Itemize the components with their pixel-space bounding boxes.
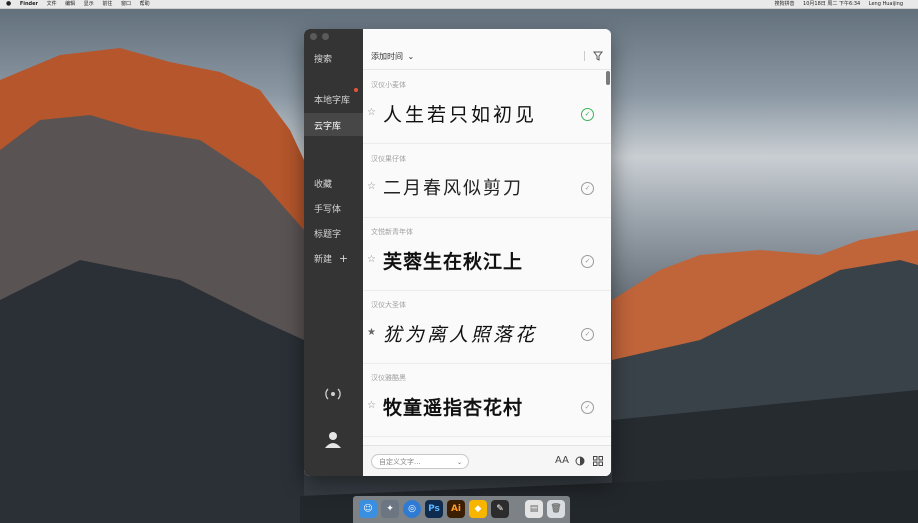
clock[interactable]: 10月18日 周二 下午6:34 [803, 1, 860, 7]
font-sample: 人生若只如初见 [383, 104, 538, 126]
apple-icon[interactable]: ● [6, 0, 11, 7]
list-item[interactable]: 文悦新青年体 ☆ 芙蓉生在秋江上 ✓ [363, 217, 611, 291]
download-check-icon[interactable]: ✓ [581, 182, 594, 195]
star-icon[interactable]: ☆ [367, 254, 376, 265]
menu-help[interactable]: 帮助 [140, 1, 150, 7]
sidebar-item-title-font[interactable]: 标题字 [314, 227, 341, 240]
font-sample: 芙蓉生在秋江上 [383, 251, 524, 273]
close-button[interactable] [310, 33, 317, 40]
list-item[interactable]: 汉仪果仔体 ☆ 二月春风似剪刀 ✓ [363, 144, 611, 218]
bottom-bar: 自定义文字... ⌄ AA [363, 445, 611, 476]
font-sample: 二月春风似剪刀 [383, 178, 523, 199]
menu-view[interactable]: 显示 [84, 1, 94, 7]
sidebar-item-favorites[interactable]: 收藏 [314, 177, 332, 190]
font-list-panel: 添加时间 ⌄ 汉仪小麦体 ☆ 人生若只如初见 ✓ 汉仪果仔体 ☆ 二月春风似剪刀… [363, 29, 611, 476]
sidebar-item-handwriting[interactable]: 手写体 [314, 202, 341, 215]
menu-edit[interactable]: 编辑 [65, 1, 75, 7]
sidebar-search[interactable]: 搜索 [314, 52, 332, 65]
font-sample: 犹为离人照落花 [383, 324, 538, 346]
dock: ☺ ✦ ◎ Ps Ai ◆ ✎ ▤ 🗑 [353, 496, 570, 523]
sort-label: 添加时间 [371, 52, 403, 61]
download-check-icon[interactable]: ✓ [581, 401, 594, 414]
chevron-down-icon: ⌄ [407, 52, 415, 61]
chevron-down-icon: ⌄ [456, 459, 462, 466]
safari-icon[interactable]: ◎ [403, 500, 421, 518]
launchpad-icon[interactable]: ✦ [381, 500, 399, 518]
user-icon[interactable] [324, 430, 342, 448]
menu-go[interactable]: 前往 [102, 1, 112, 7]
sidebar-item-cloud-library[interactable]: 云字库 [314, 119, 341, 132]
installed-check-icon[interactable]: ✓ [581, 108, 594, 121]
sidebar-item-new[interactable]: 新建 + [314, 252, 348, 265]
font-name: 汉仪果仔体 [371, 155, 406, 163]
toolbar: 添加时间 ⌄ [363, 29, 611, 70]
star-icon[interactable]: ★ [367, 327, 376, 338]
documents-icon[interactable]: ▤ [525, 500, 543, 518]
scrollbar[interactable] [606, 71, 610, 85]
list-item[interactable]: 汉仪雅酷黑 ☆ 牧童遥指杏花村 ✓ [363, 363, 611, 437]
font-app-window: 搜索 本地字库 云字库 收藏 手写体 标题字 新建 + 添加时间 ⌄ 汉仪小麦体… [304, 29, 611, 476]
menu-bar: ● Finder 文件 编辑 显示 前往 窗口 帮助 搜狗拼音 10月18日 周… [0, 0, 918, 9]
menu-file[interactable]: 文件 [47, 1, 57, 7]
star-icon[interactable]: ☆ [367, 181, 376, 192]
download-check-icon[interactable]: ✓ [581, 328, 594, 341]
custom-text-input[interactable]: 自定义文字... ⌄ [371, 454, 469, 469]
trash-icon[interactable]: 🗑 [547, 500, 565, 518]
star-icon[interactable]: ☆ [367, 107, 376, 118]
photoshop-icon[interactable]: Ps [425, 500, 443, 518]
font-name: 汉仪雅酷黑 [371, 374, 406, 382]
notification-dot [354, 88, 358, 92]
filter-icon[interactable] [593, 51, 603, 61]
contrast-icon[interactable] [575, 456, 585, 466]
star-icon[interactable]: ☆ [367, 400, 376, 411]
list-item[interactable]: 汉仪大圣体 ★ 犹为离人照落花 ✓ [363, 290, 611, 364]
broadcast-icon[interactable] [323, 387, 343, 401]
toolbar-divider [584, 51, 585, 61]
grid-view-icon[interactable] [593, 456, 603, 466]
new-label: 新建 [314, 255, 333, 265]
user-name[interactable]: Leng Huaijing [869, 1, 903, 7]
menu-app-name[interactable]: Finder [20, 1, 38, 7]
minimize-button[interactable] [322, 33, 329, 40]
download-check-icon[interactable]: ✓ [581, 255, 594, 268]
sketch-icon[interactable]: ◆ [469, 500, 487, 518]
font-sample: 牧童遥指杏花村 [383, 397, 524, 419]
sort-dropdown[interactable]: 添加时间 ⌄ [371, 51, 414, 62]
menu-window[interactable]: 窗口 [121, 1, 131, 7]
sidebar-item-local-library[interactable]: 本地字库 [314, 93, 350, 106]
sidebar: 搜索 本地字库 云字库 收藏 手写体 标题字 新建 + [304, 29, 363, 476]
illustrator-icon[interactable]: Ai [447, 500, 465, 518]
plus-icon: + [338, 252, 349, 265]
font-name: 汉仪小麦体 [371, 81, 406, 89]
list-item[interactable]: 汉仪小麦体 ☆ 人生若只如初见 ✓ [363, 70, 611, 144]
input-method[interactable]: 搜狗拼音 [774, 1, 794, 7]
custom-text-placeholder: 自定义文字... [379, 458, 421, 466]
font-size-icon[interactable]: AA [555, 455, 569, 466]
font-name: 文悦新青年体 [371, 228, 413, 236]
pen-app-icon[interactable]: ✎ [491, 500, 509, 518]
finder-icon[interactable]: ☺ [359, 500, 377, 518]
font-name: 汉仪大圣体 [371, 301, 406, 309]
